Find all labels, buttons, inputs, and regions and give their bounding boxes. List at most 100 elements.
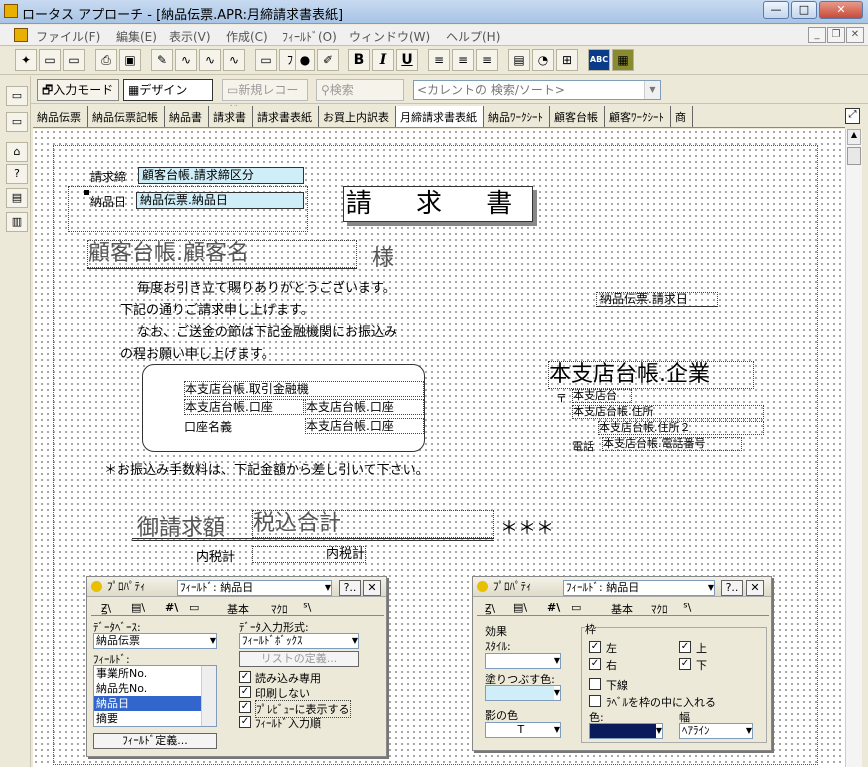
doc-icon[interactable] <box>14 28 28 42</box>
list-item[interactable]: 納品先No. <box>94 681 216 696</box>
tab-monthly-invoice[interactable]: 月締請求書表紙 <box>396 106 484 127</box>
table-icon[interactable]: ▥ <box>6 212 28 232</box>
tab-nohin-denpyo-kicho[interactable]: 納品伝票記帳 <box>88 106 165 127</box>
menu-edit[interactable]: 編集(E) <box>116 28 157 45</box>
label-seikyu-shime[interactable]: 請求締 <box>90 168 126 185</box>
panel2-checkbox-left[interactable]: ✓ <box>589 641 601 653</box>
tab-nohinsho[interactable]: 納品書 <box>165 106 209 127</box>
panel2-tab-font-icon[interactable]: Ꙃ\ <box>485 601 495 616</box>
field-nohin-date[interactable]: 納品伝票.納品日 <box>136 192 304 209</box>
align-right-icon[interactable]: ≡ <box>476 49 498 71</box>
panel1-tab-frame-icon[interactable]: ▭ <box>189 601 199 614</box>
bold-button[interactable]: B <box>348 49 370 71</box>
input-mode-button[interactable]: 🗗入力モード <box>37 79 119 101</box>
panel1-checkbox-taborder[interactable]: ✓ <box>239 716 251 728</box>
panel1-field-select[interactable]: ﾌｨｰﾙﾄﾞ: 納品日 ▼ <box>177 580 332 596</box>
align-left-icon[interactable]: ≡ <box>428 49 450 71</box>
tab-okaiage-uchiwake[interactable]: お買上内訳表 <box>319 106 396 127</box>
panel1-list-scrollbar[interactable] <box>201 666 216 726</box>
panel2-style-select[interactable]: ▼ <box>485 653 561 669</box>
print-icon[interactable]: ⎙ <box>95 49 117 71</box>
mdi-close-button[interactable]: ✕ <box>846 27 864 43</box>
field-branch[interactable]: 本支店台 <box>572 389 632 403</box>
tab-kokyaku-worksheet[interactable]: 顧客ﾜｰｸｼｰﾄ <box>605 106 671 127</box>
minimize-button[interactable]: — <box>763 1 789 19</box>
panel1-field-define-button[interactable]: ﾌｨｰﾙﾄﾞ定義... <box>93 733 217 749</box>
field-account-type[interactable]: 本支店台帳.口座 <box>184 399 304 415</box>
fee-note[interactable]: ＊お振込み手数料は、下記金額から差し引いて下さい。 <box>104 459 429 478</box>
menu-window[interactable]: ウィンドウ(W) <box>349 28 430 45</box>
record-icon[interactable]: ▤ <box>508 49 530 71</box>
panel1-help-button[interactable]: ?.. <box>339 580 361 596</box>
field-tel[interactable]: 本支店台帳.電話番号 <box>602 437 742 451</box>
mdi-minimize-button[interactable]: _ <box>808 27 826 43</box>
chevron-down-icon[interactable]: ▼ <box>644 81 660 99</box>
field-account-no[interactable]: 本支店台帳.口座 <box>305 399 424 415</box>
list-item-selected[interactable]: 納品日 <box>94 696 216 711</box>
preview-icon[interactable]: ▣ <box>119 49 141 71</box>
panel2-tab-script-icon[interactable]: ᔆ\ <box>683 601 691 614</box>
color-icon[interactable]: ● <box>295 49 315 71</box>
field-company[interactable]: 本支店台帳.企業 <box>548 361 754 389</box>
panel2-checkbox-top[interactable]: ✓ <box>679 641 691 653</box>
field-account-name[interactable]: 本支店台帳.口座 <box>305 418 424 434</box>
new-record-button[interactable]: ▭新規レコード <box>222 79 308 117</box>
field-bank[interactable]: 本支店台帳.取引金融機 <box>184 381 424 397</box>
panel1-close-button[interactable]: ✕ <box>363 580 381 596</box>
panel1-tab-color-icon[interactable]: ▤\ <box>131 601 145 614</box>
panel2-fill-select[interactable]: ▼ <box>485 685 561 701</box>
field-tax[interactable]: 内税計 <box>252 546 366 563</box>
save-folder-icon[interactable]: ▭ <box>63 49 85 71</box>
panel2-checkbox-underline[interactable] <box>589 678 601 690</box>
field-seikyu-shime[interactable]: 顧客台帳.請求締区分 <box>138 167 304 184</box>
draw-tool-icon[interactable]: ∿ <box>223 49 245 71</box>
panel2-color-select[interactable]: ▼ <box>589 723 663 739</box>
panel1-input-format-select[interactable]: ﾌｨｰﾙﾄﾞﾎﾞｯｸｽ ▼ <box>239 633 359 649</box>
grid-icon[interactable]: ⊞ <box>556 49 578 71</box>
menu-view[interactable]: 表示(V) <box>169 28 211 45</box>
panel2-help-button[interactable]: ?.. <box>721 580 743 596</box>
panel2-tab-frame-icon[interactable]: ▭ <box>571 601 581 614</box>
menu-help[interactable]: ヘルプ(H) <box>446 28 500 45</box>
field-seikyu-date[interactable]: 納品伝票.請求日 <box>596 292 718 307</box>
panel2-checkbox-right[interactable]: ✓ <box>589 658 601 670</box>
maximize-button[interactable]: □ <box>791 1 817 19</box>
panel1-checkbox-noprint[interactable]: ✓ <box>239 686 251 698</box>
report-icon[interactable]: ▤ <box>6 188 28 208</box>
field-total[interactable]: 税込合計 <box>252 510 494 538</box>
field-address-2[interactable]: 本支店台帳.住所２ <box>598 421 764 435</box>
brush-icon[interactable]: ✎ <box>151 49 173 71</box>
panel2-field-select[interactable]: ﾌｨｰﾙﾄﾞ: 納品日 ▼ <box>563 580 715 596</box>
menu-create[interactable]: 作成(C) <box>226 28 268 45</box>
list-item[interactable]: 事業所No. <box>94 666 216 681</box>
menu-file[interactable]: ファイル(F) <box>36 28 100 45</box>
tab-seikyusho-hyoshi[interactable]: 請求書表紙 <box>253 106 319 127</box>
invoice-title[interactable]: 請 求 書 <box>343 186 533 222</box>
list-item[interactable]: 摘要 <box>94 711 216 726</box>
tab-seikyusho[interactable]: 請求書 <box>209 106 253 127</box>
greeting-line-3[interactable]: なお、ご送金の節は下記金融機関にお振込み <box>137 321 397 340</box>
mdi-restore-button[interactable]: ❐ <box>827 27 845 43</box>
panel2-checkbox-label-in-frame[interactable] <box>589 695 601 707</box>
panel1-field-list[interactable]: 事業所No. 納品先No. 納品日 摘要 <box>93 665 217 727</box>
greeting-line-4[interactable]: の程お願い申し上げます。 <box>120 343 275 362</box>
sort-icon[interactable]: ◔ <box>532 49 554 71</box>
abc-field-icon[interactable]: ∿ <box>175 49 197 71</box>
panel2-tab-number-icon[interactable]: #\ <box>547 601 560 614</box>
panel1-db-select[interactable]: 納品伝票 ▼ <box>93 633 217 649</box>
label-nohin-date[interactable]: 納品日 <box>90 193 126 210</box>
scroll-thumb[interactable] <box>847 147 861 165</box>
panel1-tab-number-icon[interactable]: #\ <box>165 601 178 614</box>
open-folder-icon[interactable]: ▭ <box>39 49 61 71</box>
panel2-shadow-select[interactable]: T ▼ <box>485 722 561 738</box>
field-customer-name[interactable]: 顧客台帳.顧客名 <box>87 240 357 268</box>
greeting-line-1[interactable]: 毎度お引き立て賜りありがとうございます。 <box>137 277 396 296</box>
help-icon[interactable]: ? <box>6 164 28 184</box>
scroll-up-icon[interactable]: ▲ <box>847 129 861 145</box>
panel1-checkbox-preview[interactable]: ✓ <box>239 701 251 713</box>
worksheet-view-icon[interactable]: ▭ <box>6 112 28 132</box>
underline-button[interactable]: U <box>396 49 418 71</box>
text-tool-icon[interactable]: ∿ <box>199 49 221 71</box>
field-box-icon[interactable]: ▭ <box>255 49 277 71</box>
close-button[interactable]: ✕ <box>819 1 863 19</box>
